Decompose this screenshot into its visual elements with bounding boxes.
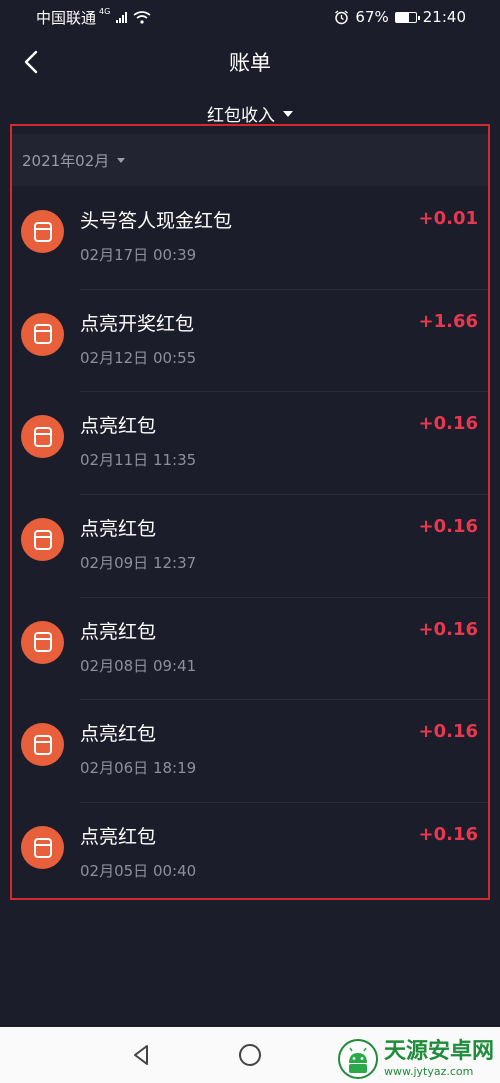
transaction-title: 头号答人现金红包 <box>80 210 233 232</box>
signal-icon <box>116 11 128 23</box>
month-label: 2021年02月 <box>22 151 110 170</box>
transaction-row[interactable]: 点亮红包 02月08日 09:41 +0.16 <box>12 596 488 700</box>
red-packet-icon <box>21 723 64 767</box>
wifi-icon <box>133 10 151 24</box>
transaction-row[interactable]: 头号答人现金红包 02月17日 00:39 +0.01 <box>12 186 488 289</box>
red-packet-icon <box>21 826 64 870</box>
status-bar: 中国联通 4G 67% 21:40 <box>0 0 500 34</box>
transaction-amount: +0.16 <box>418 413 479 435</box>
transaction-time: 02月06日 18:19 <box>80 759 197 778</box>
transaction-title: 点亮红包 <box>80 518 157 541</box>
home-circle-icon[interactable] <box>238 1043 262 1067</box>
transaction-row[interactable]: 点亮红包 02月11日 11:35 +0.16 <box>12 391 488 494</box>
alarm-icon <box>335 9 349 24</box>
red-packet-icon <box>21 312 64 356</box>
watermark-url: www.jytyaz.com <box>383 1065 474 1078</box>
nav-bar: 账单 <box>0 34 500 90</box>
watermark: 天源安卓网 www.jytyaz.com <box>337 1039 494 1079</box>
back-triangle-icon[interactable] <box>130 1043 154 1067</box>
transaction-time: 02月08日 09:41 <box>80 656 197 675</box>
watermark-name: 天源安卓网 <box>383 1039 494 1064</box>
battery-percent: 67% <box>355 8 389 26</box>
transaction-amount: +0.01 <box>418 208 479 229</box>
watermark-text: 天源安卓网 www.jytyaz.com <box>383 1039 494 1078</box>
red-packet-icon <box>21 210 64 253</box>
clock-time: 21:40 <box>422 8 466 26</box>
transaction-time: 02月09日 12:37 <box>80 554 197 573</box>
transaction-title: 点亮开奖红包 <box>80 312 195 335</box>
caret-down-icon <box>283 111 293 117</box>
status-left: 中国联通 4G <box>36 7 151 28</box>
filter-label: 红包收入 <box>207 105 275 126</box>
network-type: 4G <box>99 6 111 16</box>
transaction-time: 02月12日 00:55 <box>80 348 197 367</box>
transaction-time: 02月11日 11:35 <box>80 451 197 470</box>
caret-down-icon <box>117 157 126 163</box>
transaction-amount: +1.66 <box>418 310 479 332</box>
chevron-left-icon[interactable] <box>18 48 46 76</box>
transaction-amount: +0.16 <box>418 721 479 743</box>
transaction-title: 点亮红包 <box>80 620 157 643</box>
transaction-amount: +0.16 <box>418 824 479 846</box>
status-right: 67% 21:40 <box>334 8 466 26</box>
battery-icon <box>394 11 420 23</box>
transaction-list: 头号答人现金红包 02月17日 00:39 +0.01 点亮开奖红包 02月12日 00… <box>12 186 488 905</box>
transaction-row[interactable]: 点亮红包 02月09日 12:37 +0.16 <box>12 494 488 597</box>
transaction-time: 02月05日 00:40 <box>80 862 197 881</box>
battery-fill <box>395 12 410 22</box>
transaction-row[interactable]: 点亮红包 02月05日 00:40 +0.16 <box>12 802 488 905</box>
transaction-title: 点亮红包 <box>80 415 157 438</box>
carrier-name: 中国联通 <box>36 8 97 27</box>
transaction-title: 点亮红包 <box>80 826 157 849</box>
android-logo-icon <box>337 1039 378 1079</box>
red-packet-icon <box>21 518 64 562</box>
page-title: 账单 <box>229 51 271 75</box>
month-selector[interactable]: 2021年02月 <box>12 134 488 186</box>
transaction-amount: +0.16 <box>418 618 479 640</box>
transaction-time: 02月17日 00:39 <box>80 246 197 264</box>
income-filter-dropdown[interactable]: 红包收入 <box>0 96 500 130</box>
transaction-title: 点亮红包 <box>80 723 157 746</box>
transaction-row[interactable]: 点亮开奖红包 02月12日 00:55 +1.66 <box>12 288 488 392</box>
red-packet-icon <box>21 415 64 459</box>
red-packet-icon <box>21 620 64 664</box>
transaction-row[interactable]: 点亮红包 02月06日 18:19 +0.16 <box>12 699 488 802</box>
transaction-amount: +0.16 <box>418 516 479 538</box>
